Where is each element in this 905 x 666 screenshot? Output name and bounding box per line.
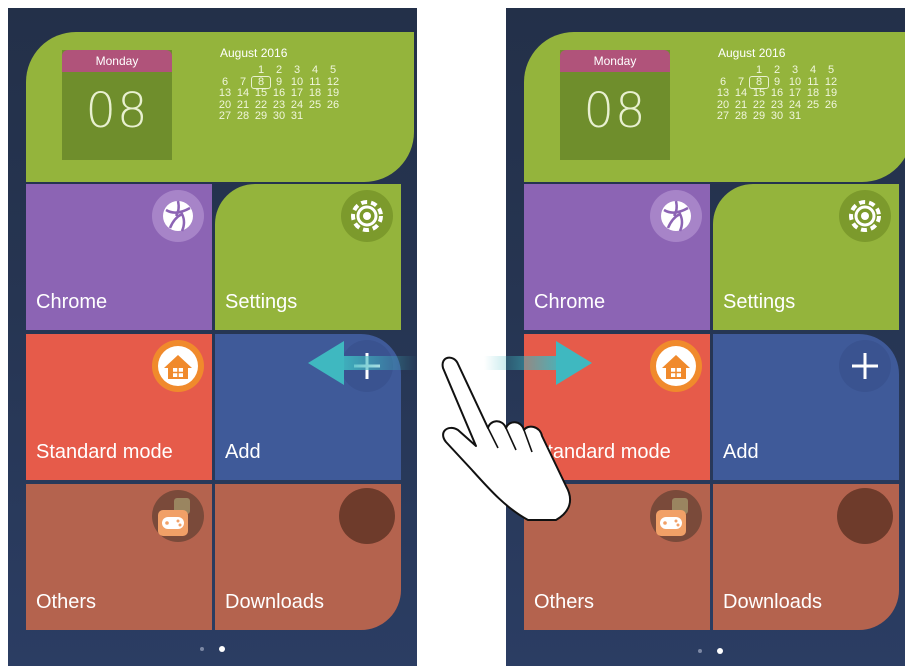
chrome-tile[interactable]: Chrome	[26, 184, 212, 330]
home-icon	[650, 340, 702, 392]
others-folder-tile[interactable]: Others	[524, 484, 710, 630]
downloads-tile[interactable]: Downloads	[713, 484, 899, 630]
plus-icon	[341, 340, 393, 392]
day-number: 08	[85, 83, 149, 139]
month-grid: 1 2 3 4 5 6 7 8 9 10 11 12 13 14 15 16 17 18 19 20 21 22 23 24 2…	[714, 64, 840, 123]
calendar-date: 27	[716, 110, 730, 122]
day-card: Monday 08	[62, 50, 172, 160]
calendar-date	[714, 65, 732, 77]
calendar-date: 15	[254, 87, 268, 99]
weekday-label: Monday	[560, 50, 670, 72]
tile-label: Chrome	[36, 291, 108, 313]
downloads-circle-icon	[837, 488, 893, 544]
calendar-date: 25	[806, 98, 820, 111]
calendar-date: 27	[218, 110, 232, 122]
calendar-date: 28	[734, 110, 748, 122]
gamepad-folder-icon	[152, 490, 204, 542]
calendar-date: 2	[773, 64, 781, 76]
calendar-date: 29	[254, 110, 268, 122]
calendar-date: 5	[827, 64, 835, 76]
calendar-date	[732, 65, 750, 77]
others-folder-tile[interactable]: Others	[26, 484, 212, 630]
home-icon	[152, 340, 204, 392]
month-year-label: August 2016	[718, 46, 786, 60]
calendar-date: 14	[236, 87, 250, 99]
calendar-date: 3	[791, 64, 799, 76]
calendar-widget[interactable]: Monday 08 August 2016 1 2 3 4 5 6 7 8 9 10 11 12 13 1…	[524, 32, 905, 182]
page-dot[interactable]	[200, 646, 205, 651]
calendar-date: 4	[809, 64, 817, 76]
page-dot-active[interactable]	[218, 645, 225, 652]
calendar-date	[216, 65, 234, 77]
add-tile[interactable]: Add	[215, 334, 401, 480]
calendar-date: 18	[308, 87, 322, 99]
calendar-date: 31	[290, 110, 304, 122]
calendar-date: 30	[272, 110, 286, 122]
gear-icon	[839, 190, 891, 242]
calendar-date: 17	[290, 87, 304, 99]
tile-label: Add	[225, 441, 261, 463]
home-screen-after: Monday 08 August 2016 1 2 3 4 5 6 7 8 9 10 11 12 13 1…	[506, 8, 905, 666]
add-tile[interactable]: Add	[713, 334, 899, 480]
calendar-date: 1	[755, 64, 763, 76]
gamepad-folder-icon	[650, 490, 702, 542]
tile-label: Downloads	[723, 591, 822, 613]
calendar-date: 29	[752, 110, 766, 122]
calendar-date: 26	[326, 98, 340, 111]
calendar-date: 16	[272, 87, 286, 99]
downloads-circle-icon	[339, 488, 395, 544]
calendar-date: 18	[806, 87, 820, 99]
home-screen-before: Monday 08 August 2016 1 2 3 4 5 6 7 8 9 10 11 12 13 1…	[8, 8, 417, 666]
day-number: 08	[583, 83, 647, 139]
calendar-date: 19	[824, 87, 838, 99]
month-grid: 1 2 3 4 5 6 7 8 9 10 11 12 13 14 15 16 17 18 19 20 21 22 23 24 2…	[216, 64, 342, 123]
calendar-date: 15	[752, 87, 766, 99]
tile-label: Settings	[723, 291, 796, 313]
tile-label: Downloads	[225, 591, 324, 613]
page-dot-active[interactable]	[716, 647, 723, 654]
tile-label: Chrome	[534, 291, 606, 313]
calendar-date: 1	[257, 64, 265, 76]
calendar-date: 17	[788, 87, 802, 99]
page-dot[interactable]	[698, 648, 703, 653]
calendar-date: 2	[275, 64, 283, 76]
calendar-date: 16	[770, 87, 784, 99]
tile-label: Others	[36, 591, 97, 613]
downloads-tile[interactable]: Downloads	[215, 484, 401, 630]
page-indicator	[8, 640, 417, 658]
tile-label: Standard mode	[36, 441, 173, 463]
standard-mode-tile[interactable]: Standard mode	[524, 334, 710, 480]
tile-label: Standard mode	[534, 441, 671, 463]
calendar-widget[interactable]: Monday 08 August 2016 1 2 3 4 5 6 7 8 9 10 11 12 13 1…	[26, 32, 414, 182]
browser-icon	[152, 190, 204, 242]
month-year-label: August 2016	[220, 46, 288, 60]
page-indicator	[506, 642, 905, 660]
calendar-date: 31	[788, 110, 802, 122]
tile-label: Add	[723, 441, 759, 463]
calendar-date	[234, 65, 252, 77]
calendar-date: 5	[329, 64, 337, 76]
calendar-date: 30	[770, 110, 784, 122]
calendar-date: 4	[311, 64, 319, 76]
day-card: Monday 08	[560, 50, 670, 160]
tile-label: Settings	[225, 291, 298, 313]
tile-label: Others	[534, 591, 595, 613]
calendar-date: 28	[236, 110, 250, 122]
calendar-date: 13	[716, 87, 730, 99]
chrome-tile[interactable]: Chrome	[524, 184, 710, 330]
calendar-date: 25	[308, 98, 322, 111]
weekday-label: Monday	[62, 50, 172, 72]
calendar-date: 19	[326, 87, 340, 99]
calendar-date: 3	[293, 64, 301, 76]
browser-icon	[650, 190, 702, 242]
gear-icon	[341, 190, 393, 242]
calendar-date: 26	[824, 98, 838, 111]
settings-tile[interactable]: Settings	[713, 184, 899, 330]
standard-mode-tile[interactable]: Standard mode	[26, 334, 212, 480]
settings-tile[interactable]: Settings	[215, 184, 401, 330]
calendar-date: 14	[734, 87, 748, 99]
calendar-date: 13	[218, 87, 232, 99]
plus-icon	[839, 340, 891, 392]
